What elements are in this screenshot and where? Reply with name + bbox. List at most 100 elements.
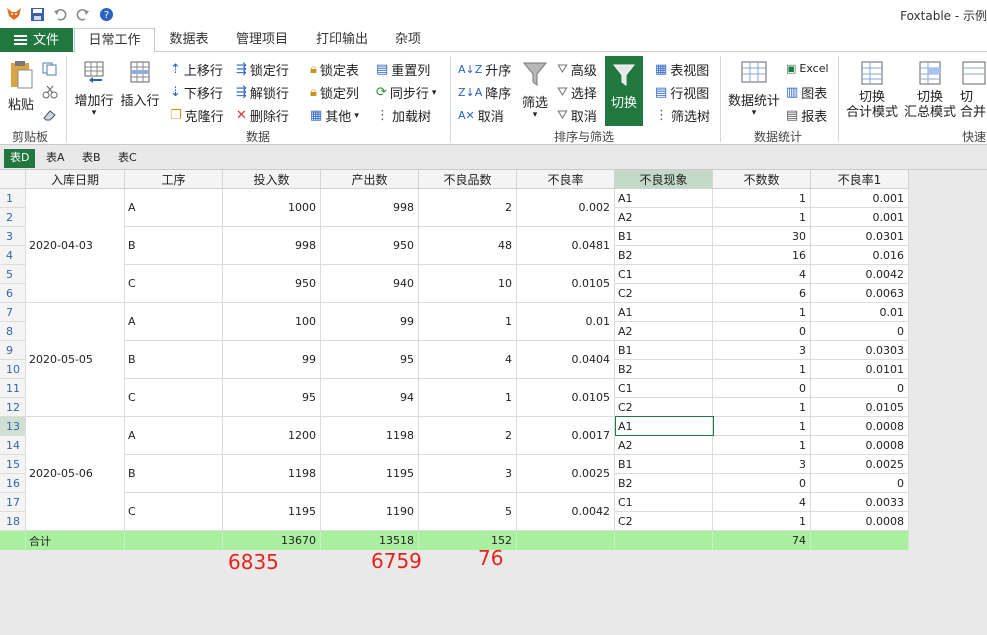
process-cell[interactable]: B	[125, 341, 223, 379]
count-cell[interactable]: 1	[713, 189, 811, 208]
sort-cancel-button[interactable]: A✕ 取消	[458, 106, 504, 125]
phenomenon-cell[interactable]: A1	[615, 189, 713, 208]
rate1-cell[interactable]: 0.0063	[811, 284, 909, 303]
switch-total-mode-button[interactable]: 切换 合计模式	[844, 60, 900, 120]
move-down-button[interactable]: ⇣ 下移行	[170, 83, 223, 102]
phenomenon-cell[interactable]: C1	[615, 379, 713, 398]
table-view-button[interactable]: ▦ 表视图	[655, 60, 709, 79]
eraser-icon[interactable]	[42, 108, 58, 122]
row-view-button[interactable]: ▤ 行视图	[655, 83, 709, 102]
date-cell[interactable]: 2020-05-06	[26, 417, 125, 531]
data-grid[interactable]: 入库日期 工序 投入数 产出数 不良品数 不良率 不良现象 不数数 不良率1 1 A1 1 0.001 2…	[0, 170, 910, 550]
other-button[interactable]: ▦ 其他 ▾	[310, 106, 359, 125]
rate1-cell[interactable]: 0.0303	[811, 341, 909, 360]
tab-daily-work[interactable]: 日常工作	[74, 28, 155, 53]
output-cell[interactable]: 998	[321, 189, 419, 227]
phenomenon-cell[interactable]: B1	[615, 341, 713, 360]
count-cell[interactable]: 4	[713, 265, 811, 284]
rate1-cell[interactable]: 0.0042	[811, 265, 909, 284]
sheet-tab-d[interactable]: 表D	[4, 149, 36, 168]
excel-button[interactable]: ▣ Excel	[786, 62, 829, 75]
count-cell[interactable]: 0	[713, 322, 811, 341]
rate1-cell[interactable]: 0.001	[811, 189, 909, 208]
rate1-cell[interactable]: 0.01	[811, 303, 909, 322]
count-cell[interactable]: 1	[713, 208, 811, 227]
column-header[interactable]: 不良现象	[615, 170, 713, 189]
input-cell[interactable]: 998	[223, 227, 321, 265]
row-number[interactable]: 17	[0, 493, 26, 512]
defect-rate-cell[interactable]: 0.0042	[517, 493, 615, 531]
phenomenon-cell[interactable]: A2	[615, 322, 713, 341]
tab-datatable[interactable]: 数据表	[156, 28, 222, 52]
defects-cell[interactable]: 3	[419, 455, 517, 493]
count-cell[interactable]: 1	[713, 417, 811, 436]
output-cell[interactable]: 1190	[321, 493, 419, 531]
save-icon[interactable]	[28, 5, 46, 23]
column-header[interactable]: 工序	[125, 170, 223, 189]
phenomenon-cell[interactable]: B2	[615, 474, 713, 493]
column-header[interactable]: 不良率	[517, 170, 615, 189]
defect-rate-cell[interactable]: 0.002	[517, 189, 615, 227]
row-number[interactable]: 14	[0, 436, 26, 455]
output-cell[interactable]: 1198	[321, 417, 419, 455]
column-header[interactable]: 入库日期	[26, 170, 125, 189]
row-number[interactable]: 9	[0, 341, 26, 360]
column-header[interactable]: 不数数	[713, 170, 811, 189]
rate1-cell[interactable]: 0	[811, 474, 909, 493]
phenomenon-cell[interactable]: B2	[615, 246, 713, 265]
output-cell[interactable]: 1195	[321, 455, 419, 493]
count-cell[interactable]: 3	[713, 341, 811, 360]
redo-icon[interactable]	[74, 5, 92, 23]
rate1-cell[interactable]: 0.001	[811, 208, 909, 227]
defect-rate-cell[interactable]: 0.0025	[517, 455, 615, 493]
rate1-cell[interactable]: 0.0101	[811, 360, 909, 379]
count-cell[interactable]: 6	[713, 284, 811, 303]
select-filter-button[interactable]: ⛛ 选择	[557, 83, 597, 102]
tab-manage-project[interactable]: 管理项目	[224, 28, 300, 52]
process-cell[interactable]: C	[125, 265, 223, 303]
column-header[interactable]: 投入数	[223, 170, 321, 189]
report-button[interactable]: ▤ 报表	[786, 106, 827, 125]
process-cell[interactable]: A	[125, 417, 223, 455]
row-number[interactable]: 3	[0, 227, 26, 246]
column-header[interactable]: 不良率1	[811, 170, 909, 189]
defect-rate-cell[interactable]: 0.0105	[517, 379, 615, 417]
phenomenon-cell[interactable]: A2	[615, 208, 713, 227]
input-cell[interactable]: 1000	[223, 189, 321, 227]
row-number[interactable]: 10	[0, 360, 26, 379]
row-number[interactable]: 1	[0, 189, 26, 208]
row-number[interactable]: 11	[0, 379, 26, 398]
tab-print-output[interactable]: 打印输出	[302, 28, 382, 52]
row-number[interactable]: 16	[0, 474, 26, 493]
phenomenon-cell[interactable]: A1	[615, 417, 713, 436]
defects-cell[interactable]: 2	[419, 189, 517, 227]
rate1-cell[interactable]: 0.0301	[811, 227, 909, 246]
tab-file[interactable]: 文件	[0, 28, 73, 52]
count-cell[interactable]: 4	[713, 493, 811, 512]
phenomenon-cell[interactable]: C2	[615, 284, 713, 303]
app-logo-icon[interactable]	[5, 5, 23, 23]
phenomenon-cell[interactable]: C2	[615, 398, 713, 417]
sort-asc-button[interactable]: A↓Z 升序	[458, 60, 511, 79]
cut-icon[interactable]	[42, 85, 58, 99]
unlock-row-button[interactable]: ⇶ 解锁行	[236, 83, 289, 102]
count-cell[interactable]: 1	[713, 398, 811, 417]
filter-tree-button[interactable]: ⋮ 筛选树	[655, 106, 710, 125]
sync-row-button[interactable]: ⟳ 同步行 ▾	[376, 83, 436, 102]
phenomenon-cell[interactable]: A1	[615, 303, 713, 322]
data-stats-button[interactable]: 数据统计 ▾	[726, 60, 782, 118]
filter-button[interactable]: 筛选 ▾	[516, 60, 554, 120]
output-cell[interactable]: 94	[321, 379, 419, 417]
row-number[interactable]: 7	[0, 303, 26, 322]
input-cell[interactable]: 1198	[223, 455, 321, 493]
advanced-filter-button[interactable]: ⛛ 高级	[557, 60, 597, 79]
input-cell[interactable]: 99	[223, 341, 321, 379]
defects-cell[interactable]: 10	[419, 265, 517, 303]
defect-rate-cell[interactable]: 0.0105	[517, 265, 615, 303]
chart-button[interactable]: ▥ 图表	[786, 83, 827, 102]
count-cell[interactable]: 0	[713, 474, 811, 493]
defect-rate-cell[interactable]: 0.0404	[517, 341, 615, 379]
defect-rate-cell[interactable]: 0.0017	[517, 417, 615, 455]
lock-column-button[interactable]: 🔒︎ 锁定列	[310, 83, 359, 102]
defects-cell[interactable]: 4	[419, 341, 517, 379]
